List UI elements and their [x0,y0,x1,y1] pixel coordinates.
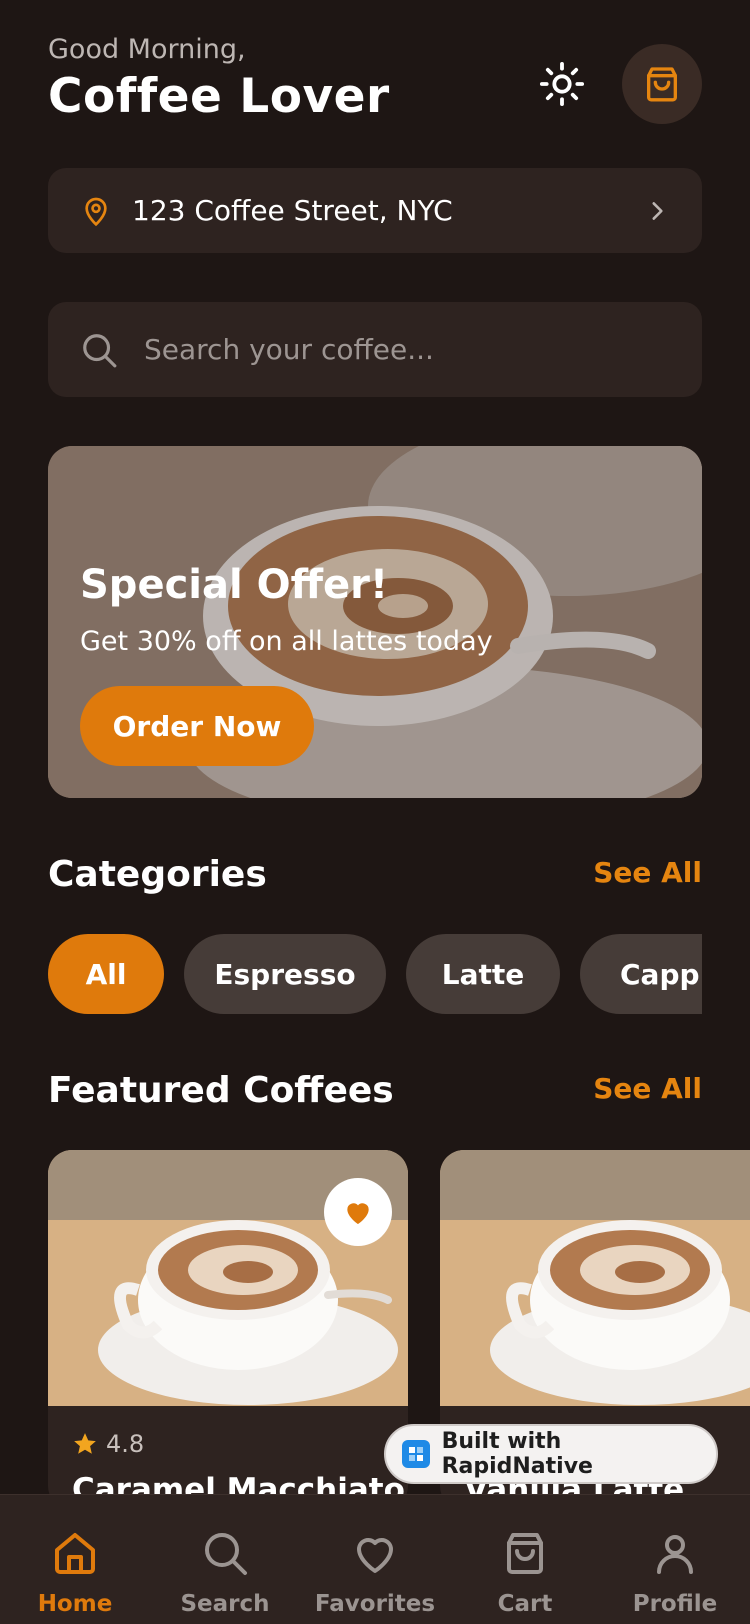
shopping-bag-icon [647,67,677,102]
order-now-button[interactable]: Order Now [80,686,314,766]
coffee-card[interactable]: 4.8 Caramel Macchiato [48,1150,408,1494]
nav-favorites-label: Favorites [314,1591,436,1617]
rating: 4.8 [72,1430,144,1458]
user-icon [657,1535,693,1574]
promo-title: Special Offer! [80,562,389,608]
theme-toggle-button[interactable] [534,56,590,112]
coffee-image [440,1150,750,1406]
nav-home-label: Home [37,1591,113,1617]
username-title: Coffee Lover [48,69,390,124]
featured-see-all-link[interactable]: See All [593,1072,702,1105]
greeting-text: Good Morning, [48,34,246,65]
nav-search-label: Search [180,1591,270,1617]
built-with-badge[interactable]: Built with RapidNative [384,1424,718,1484]
search-bar[interactable] [48,302,702,397]
nav-search[interactable]: Search [150,1529,300,1617]
search-input[interactable] [144,333,670,366]
categories-title: Categories [48,854,267,895]
category-chip-latte[interactable]: Latte [406,934,560,1014]
promo-banner[interactable]: Special Offer! Get 30% off on all lattes… [48,446,702,798]
heart-icon [357,1538,393,1573]
rapidnative-logo-icon [402,1440,430,1468]
map-pin-icon [85,197,107,226]
sun-icon [539,61,585,107]
featured-title: Featured Coffees [48,1070,394,1111]
header: Good Morning, Coffee Lover [48,34,702,134]
coffee-name: Caramel Macchiato [72,1472,405,1494]
search-icon [205,1533,247,1575]
bottom-navigation: Home Search Favorites Cart Profile [0,1494,750,1624]
nav-profile[interactable]: Profile [600,1529,750,1617]
promo-subtitle: Get 30% off on all lattes today [80,626,493,657]
shopping-bag-icon [507,1533,543,1574]
nav-home[interactable]: Home [0,1529,150,1617]
category-chips: All Espresso Latte Capp [48,934,702,1014]
nav-cart[interactable]: Cart [450,1529,600,1617]
category-chip-espresso[interactable]: Espresso [184,934,386,1014]
search-icon [83,333,117,367]
home-icon [55,1533,95,1574]
heart-icon [347,1203,369,1224]
location-selector[interactable]: 123 Coffee Street, NYC [48,168,702,253]
category-chip-cappuccino[interactable]: Capp [580,934,702,1014]
cart-button[interactable] [622,44,702,124]
nav-profile-label: Profile [632,1591,718,1617]
categories-see-all-link[interactable]: See All [593,856,702,889]
badge-label: Built with RapidNative [441,1429,593,1479]
chevron-right-icon [652,201,663,220]
rating-value: 4.8 [106,1430,145,1458]
category-chip-all[interactable]: All [48,934,164,1014]
favorite-button[interactable] [324,1178,392,1246]
location-address: 123 Coffee Street, NYC [132,194,453,227]
nav-cart-label: Cart [497,1591,553,1617]
nav-favorites[interactable]: Favorites [300,1529,450,1617]
star-icon [74,1433,96,1454]
